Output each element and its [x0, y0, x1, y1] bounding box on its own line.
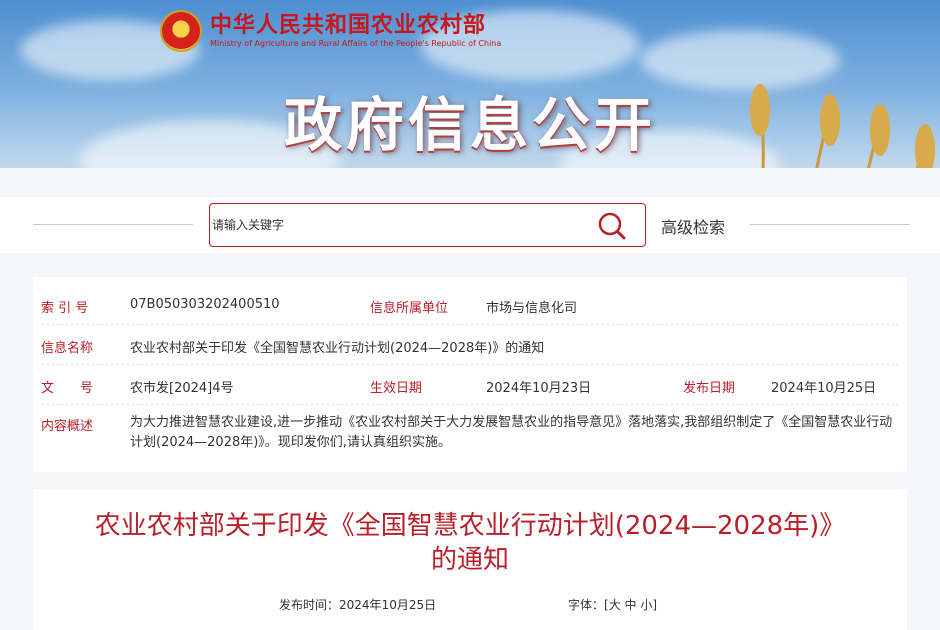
search-input[interactable] [210, 204, 590, 246]
national-emblem-icon [160, 10, 202, 52]
article-card: 农业农村部关于印发《全国智慧农业行动计划(2024—2028年)》 的通知 发布… [33, 489, 907, 630]
font-size-small-button[interactable]: 小 [640, 598, 652, 612]
meta-row-doc: 文 号 农市发[2024]4号 生效日期 2024年10月23日 发布日期 20… [41, 371, 899, 405]
summary-label: 内容概述 [41, 419, 94, 434]
publish-date-value: 2024年10月25日 [771, 381, 877, 396]
section-title: 政府信息公开 [283, 91, 656, 159]
unit-label: 信息所属单位 [370, 301, 449, 316]
info-metadata-card: 索 引 号 07B050303202400510 信息所属单位 市场与信息化司 … [33, 277, 907, 472]
index-value: 07B050303202400510 [130, 297, 280, 312]
doc-number-label: 文 号 [41, 381, 94, 396]
summary-value: 为大力推进智慧农业建设,进一步推动《农业农村部关于大力发展智慧农业的指导意见》落… [130, 415, 893, 450]
info-name-value: 农业农村部关于印发《全国智慧农业行动计划(2024—2028年)》的通知 [130, 341, 545, 356]
article-title-line: 农业农村部关于印发《全国智慧农业行动计划(2024—2028年)》 [94, 511, 846, 541]
meta-row-name: 信息名称 农业农村部关于印发《全国智慧农业行动计划(2024—2028年)》的通… [41, 331, 899, 365]
ministry-logo[interactable]: 中华人民共和国农业农村部 Ministry of Agriculture and… [160, 10, 501, 52]
publish-time-value: 2024年10月25日 [339, 598, 437, 612]
search-icon[interactable] [597, 211, 627, 241]
advanced-search-link[interactable]: 高级检索 [661, 214, 725, 238]
publish-date-label: 发布日期 [683, 381, 736, 396]
effective-date-value: 2024年10月23日 [486, 381, 592, 396]
unit-value: 市场与信息化司 [486, 301, 578, 316]
article-title-line: 的通知 [430, 545, 509, 575]
font-size-medium-button[interactable]: 中 [625, 598, 637, 612]
publish-time: 发布时间：2024年10月25日 [279, 596, 436, 613]
bracket-close: ] [652, 598, 658, 612]
font-size-label: 字体： [568, 598, 605, 612]
ministry-name-en: Ministry of Agriculture and Rural Affair… [210, 39, 502, 48]
effective-date-label: 生效日期 [370, 381, 423, 396]
publish-time-label: 发布时间： [279, 598, 340, 612]
ministry-name: 中华人民共和国农业农村部 Ministry of Agriculture and… [210, 13, 501, 49]
info-name-label: 信息名称 [41, 341, 94, 356]
meta-row-summary: 内容概述 为大力推进智慧农业建设,进一步推动《农业农村部关于大力发展智慧农业的指… [41, 411, 899, 461]
divider [750, 224, 910, 225]
doc-number-value: 农市发[2024]4号 [130, 381, 234, 396]
font-size-control: 字体：[大 中 小] [568, 596, 657, 613]
index-label: 索 引 号 [41, 301, 89, 316]
divider [33, 224, 193, 225]
ministry-name-cn: 中华人民共和国农业农村部 [210, 13, 487, 38]
search-box [209, 203, 646, 247]
meta-row-index: 索 引 号 07B050303202400510 信息所属单位 市场与信息化司 [41, 291, 899, 325]
font-size-large-button[interactable]: 大 [609, 598, 621, 612]
article-title: 农业农村部关于印发《全国智慧农业行动计划(2024—2028年)》 的通知 [53, 509, 887, 577]
